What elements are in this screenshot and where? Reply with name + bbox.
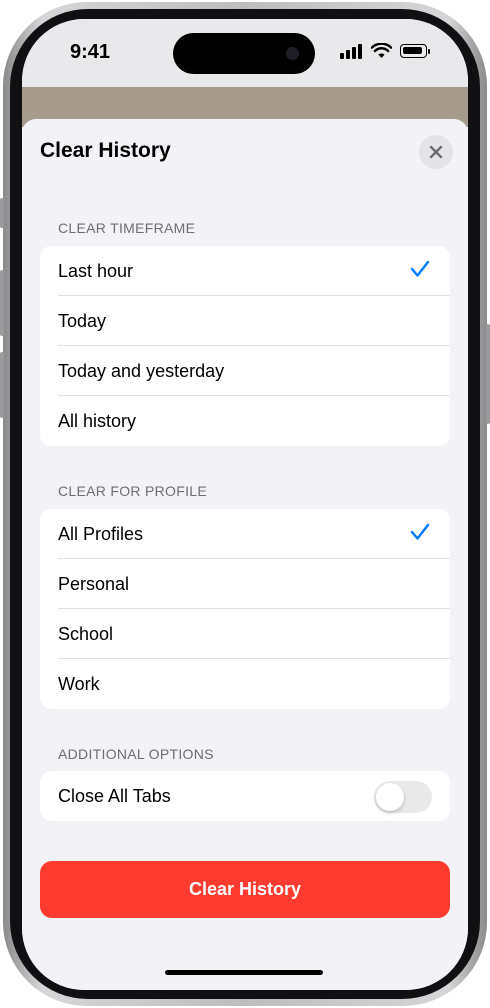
power-button [486, 324, 490, 424]
close-icon [429, 145, 443, 159]
timeframe-option-today-and-yesterday[interactable]: Today and yesterday [40, 346, 450, 396]
profile-option-personal[interactable]: Personal [40, 559, 450, 609]
close-all-tabs-toggle[interactable] [374, 781, 432, 813]
camera-icon [286, 47, 299, 60]
profile-option-work[interactable]: Work [40, 659, 450, 709]
screen: 9:41 Clear History CLEAR TIMEFRAME Last … [22, 19, 468, 990]
option-label: Last hour [58, 260, 134, 281]
battery-icon [400, 44, 430, 58]
option-label: Personal [58, 573, 130, 594]
close-button[interactable] [419, 135, 453, 169]
home-indicator[interactable] [165, 970, 323, 975]
option-label: Today and yesterday [58, 360, 225, 381]
timeframe-option-last-hour[interactable]: Last hour [40, 246, 450, 296]
timeframe-group: Last hour Today Today and yesterday All … [40, 246, 450, 446]
checkmark-icon [410, 260, 430, 277]
cellular-signal-icon [340, 43, 362, 59]
option-label: All history [58, 410, 137, 431]
option-label: Work [58, 673, 100, 694]
close-all-tabs-label: Close All Tabs [58, 785, 171, 806]
checkmark-icon [410, 523, 430, 540]
profile-option-all-profiles[interactable]: All Profiles [40, 509, 450, 559]
timeframe-header: CLEAR TIMEFRAME [58, 220, 196, 236]
option-label: All Profiles [58, 523, 144, 544]
status-bar: 9:41 [22, 19, 468, 87]
volume-down-button [0, 352, 4, 418]
timeframe-option-today[interactable]: Today [40, 296, 450, 346]
profile-header: CLEAR FOR PROFILE [58, 483, 208, 499]
wifi-icon [371, 43, 392, 58]
status-time: 9:41 [70, 41, 111, 63]
option-label: School [58, 623, 114, 644]
profile-group: All Profiles Personal School Work [40, 509, 450, 709]
dynamic-island [173, 33, 315, 74]
sheet-title: Clear History [40, 139, 171, 162]
close-all-tabs-row: Close All Tabs [40, 771, 450, 821]
volume-up-button [0, 270, 4, 336]
additional-options-header: ADDITIONAL OPTIONS [58, 746, 214, 762]
toggle-knob [376, 783, 404, 811]
timeframe-option-all-history[interactable]: All history [40, 396, 450, 446]
profile-option-school[interactable]: School [40, 609, 450, 659]
additional-options-group: Close All Tabs [40, 771, 450, 821]
clear-history-sheet: Clear History CLEAR TIMEFRAME Last hour … [22, 119, 468, 990]
action-button [0, 198, 4, 228]
option-label: Today [58, 310, 107, 331]
clear-history-button[interactable]: Clear History [40, 861, 450, 918]
